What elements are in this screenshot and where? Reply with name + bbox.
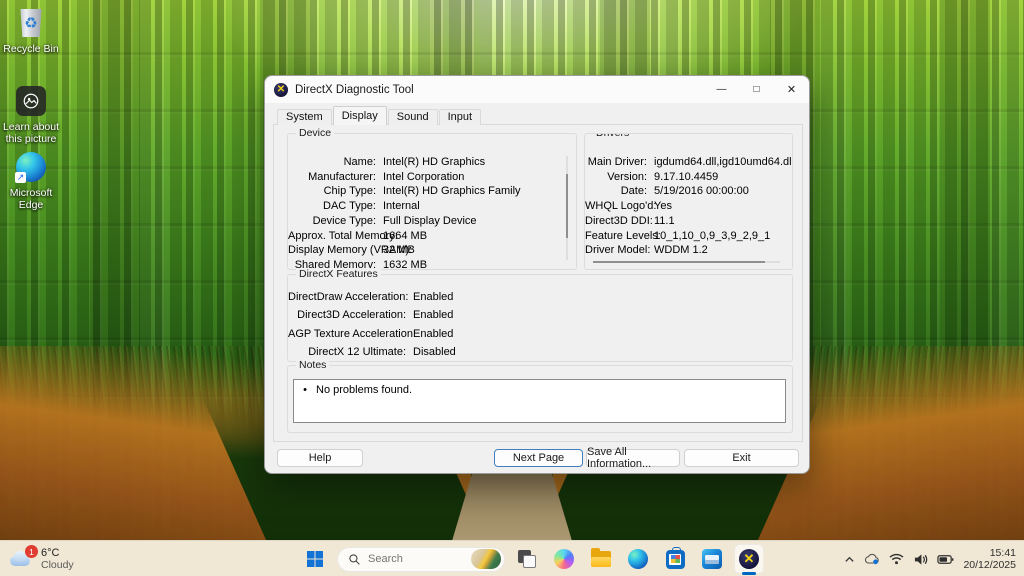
edge-button[interactable]: [623, 544, 653, 574]
search-input[interactable]: [368, 553, 464, 565]
onedrive-cloud-icon[interactable]: [864, 553, 880, 565]
device-group: Device Name:Intel(R) HD Graphics Manufac…: [287, 133, 577, 270]
taskbar-clock[interactable]: 15:41 20/12/2025: [963, 547, 1016, 571]
copilot-button[interactable]: [549, 544, 579, 574]
notes-group: Notes • No problems found.: [287, 365, 793, 433]
volume-icon[interactable]: [913, 553, 928, 566]
display-tab-panel: Device Name:Intel(R) HD Graphics Manufac…: [273, 124, 803, 442]
notes-textarea[interactable]: • No problems found.: [293, 379, 786, 423]
save-all-information-button[interactable]: Save All Information...: [586, 449, 680, 467]
feature-row: DirectX 12 Ultimate:Disabled: [288, 343, 792, 361]
wifi-icon[interactable]: [889, 553, 904, 565]
tab-display[interactable]: Display: [333, 106, 387, 125]
file-explorer-button[interactable]: [586, 544, 616, 574]
task-view-icon: [518, 550, 536, 568]
help-button[interactable]: Help: [277, 449, 363, 467]
desktop-icon-microsoft-edge[interactable]: ↗ Microsoft Edge: [0, 150, 62, 211]
window-controls: — □ ✕: [704, 76, 809, 103]
taskbar: 1 6°C Cloudy ✕: [0, 540, 1024, 576]
window-title: DirectX Diagnostic Tool: [295, 84, 414, 96]
notes-legend: Notes: [296, 359, 329, 371]
note-text: No problems found.: [316, 384, 412, 396]
search-daily-image: [471, 549, 501, 569]
desktop-icon-label: Recycle Bin: [3, 43, 58, 55]
outlook-icon: [702, 549, 722, 569]
drivers-group: Drivers Main Driver:igdumd64.dll,igd10um…: [584, 133, 793, 270]
driver-row: Version:9.17.10.4459: [585, 170, 792, 185]
device-row: Approx. Total Memory:1664 MB: [288, 229, 576, 244]
weather-cloud-icon: 1: [8, 550, 34, 568]
picture-icon: [14, 84, 48, 118]
close-button[interactable]: ✕: [774, 76, 809, 103]
drivers-scrollbar[interactable]: [593, 261, 780, 263]
directx-features-group: DirectX Features DirectDraw Acceleration…: [287, 274, 793, 362]
battery-icon[interactable]: [937, 554, 954, 565]
active-app-indicator: [742, 572, 756, 575]
tab-input[interactable]: Input: [439, 109, 481, 125]
weather-temperature: 6°C: [41, 547, 74, 559]
driver-row: Main Driver:igdumd64.dll,igd10umd64.dll,…: [585, 155, 792, 170]
feature-row: Direct3D Acceleration:Enabled: [288, 306, 792, 324]
desktop-icon-recycle-bin[interactable]: ♻ Recycle Bin: [0, 6, 62, 55]
device-row: DAC Type:Internal: [288, 199, 576, 214]
edge-icon: ↗: [14, 150, 48, 184]
store-icon: [666, 550, 685, 569]
dxdiag-icon: ✕: [739, 549, 759, 569]
dialog-button-row: Help Next Page Save All Information... E…: [265, 449, 809, 467]
titlebar[interactable]: ✕ DirectX Diagnostic Tool — □ ✕: [265, 76, 809, 103]
shortcut-arrow-icon: ↗: [15, 172, 26, 183]
copilot-icon: [554, 549, 574, 569]
device-row: Display Memory (VRAM):32 MB: [288, 243, 576, 258]
maximize-button[interactable]: □: [739, 76, 774, 103]
minimize-button[interactable]: —: [704, 76, 739, 103]
taskbar-center: ✕: [300, 544, 764, 574]
driver-row: Feature Levels:10_1,10_0,9_3,9_2,9_1: [585, 229, 792, 244]
driver-row: Date:5/19/2016 00:00:00: [585, 184, 792, 199]
system-tray: 15:41 20/12/2025: [844, 541, 1016, 576]
bullet-icon: •: [294, 384, 316, 396]
device-row: Device Type:Full Display Device: [288, 214, 576, 229]
weather-widget[interactable]: 1 6°C Cloudy: [8, 541, 74, 576]
clock-time: 15:41: [963, 547, 1016, 559]
device-row: Chip Type:Intel(R) HD Graphics Family: [288, 184, 576, 199]
recycle-symbol: ♻: [24, 16, 37, 31]
device-row: Name:Intel(R) HD Graphics: [288, 155, 576, 170]
tab-strip: System Display Sound Input: [277, 109, 482, 125]
dxdiag-app-icon: ✕: [274, 83, 288, 97]
task-view-button[interactable]: [512, 544, 542, 574]
device-scrollbar[interactable]: [566, 156, 568, 260]
windows-icon: [306, 550, 324, 568]
clock-date: 20/12/2025: [963, 559, 1016, 571]
desktop-icon-learn-about-picture[interactable]: Learn about this picture: [0, 84, 62, 145]
search-icon: [348, 553, 361, 566]
desktop-icon-label: Microsoft Edge: [2, 187, 60, 211]
note-item: • No problems found.: [294, 380, 785, 396]
feature-row: AGP Texture Acceleration:Enabled: [288, 325, 792, 343]
start-button[interactable]: [300, 544, 330, 574]
next-page-button[interactable]: Next Page: [494, 449, 583, 467]
notification-badge: 1: [25, 545, 38, 558]
hidden-icons-chevron[interactable]: [844, 554, 855, 565]
device-row: Manufacturer:Intel Corporation: [288, 170, 576, 185]
edge-icon: [628, 549, 648, 569]
desktop: ♻ Recycle Bin Learn about this picture ↗…: [0, 0, 1024, 576]
driver-row: WHQL Logo'd:Yes: [585, 199, 792, 214]
file-explorer-icon: [591, 551, 611, 567]
search-box[interactable]: [337, 547, 505, 572]
tab-system[interactable]: System: [277, 109, 332, 125]
desktop-icon-label: Learn about this picture: [2, 121, 60, 145]
recycle-bin-icon: ♻: [14, 6, 48, 40]
driver-row: Driver Model:WDDM 1.2: [585, 243, 792, 258]
tab-sound[interactable]: Sound: [388, 109, 438, 125]
dxdiag-window: ✕ DirectX Diagnostic Tool — □ ✕ System D…: [264, 75, 810, 474]
outlook-button[interactable]: [697, 544, 727, 574]
driver-row: Direct3D DDI:11.1: [585, 214, 792, 229]
feature-row: DirectDraw Acceleration:Enabled: [288, 288, 792, 306]
exit-button[interactable]: Exit: [684, 449, 799, 467]
weather-condition: Cloudy: [41, 559, 74, 571]
dxdiag-taskbar-button[interactable]: ✕: [734, 544, 764, 574]
store-button[interactable]: [660, 544, 690, 574]
